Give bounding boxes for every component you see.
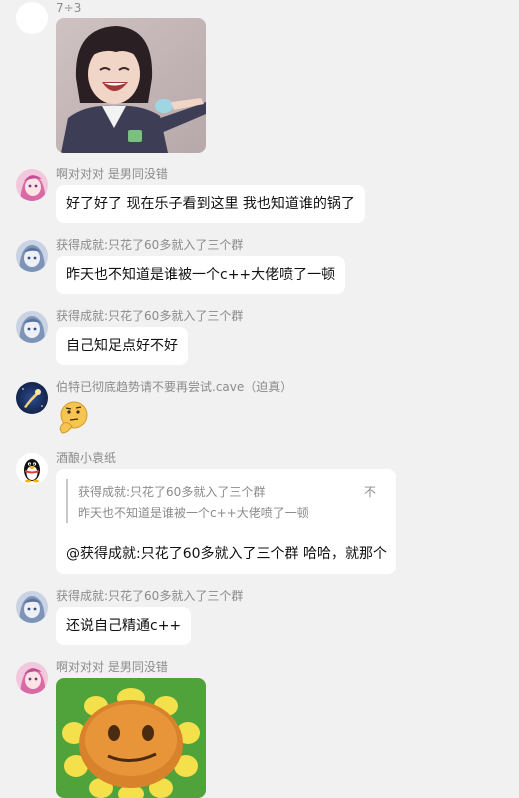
blue-anime-avatar bbox=[16, 311, 48, 343]
sender-name[interactable]: 啊对对对 是男同没错 bbox=[56, 167, 168, 181]
sender-name[interactable]: 7÷3 bbox=[56, 1, 81, 15]
pink-anime-girl-avatar bbox=[16, 169, 48, 201]
message-bubble[interactable]: 昨天也不知道是谁被一个c++大佬喷了一顿 bbox=[56, 256, 346, 294]
pink-anime-girl-avatar bbox=[16, 662, 48, 694]
blue-anime-avatar bbox=[16, 240, 48, 272]
message-bubble[interactable]: 还说自己精通c++ bbox=[56, 607, 192, 645]
avatar[interactable] bbox=[16, 169, 48, 201]
quote-tail: 不 bbox=[364, 485, 377, 499]
thinking-emoji-sticker bbox=[59, 401, 88, 434]
sender-name[interactable]: 获得成就:只花了60多就入了三个群 bbox=[56, 589, 243, 603]
sender-name[interactable]: 伯特已彻底趋势请不要再尝试.cave（迫真） bbox=[56, 380, 292, 394]
avatar[interactable] bbox=[16, 382, 48, 414]
quote-sender: 获得成就:只花了60多就入了三个群 bbox=[78, 485, 266, 499]
quote-block[interactable]: 获得成就:只花了60多就入了三个群 不 昨天也不知道是谁被一个c++大佬喷了一顿 bbox=[66, 479, 388, 523]
message-bubble[interactable]: 自己知足点好不好 bbox=[56, 327, 188, 365]
blue-anime-avatar bbox=[16, 591, 48, 623]
reply-text: @获得成就:只花了60多就入了三个群 哈哈，就那个 bbox=[66, 546, 387, 562]
avatar[interactable] bbox=[16, 453, 48, 485]
laughing-girl-pointing-photo bbox=[56, 18, 206, 153]
avatar[interactable] bbox=[16, 2, 48, 34]
avatar[interactable] bbox=[16, 591, 48, 623]
avatar[interactable] bbox=[16, 662, 48, 694]
reply-bubble[interactable]: 获得成就:只花了60多就入了三个群 不 昨天也不知道是谁被一个c++大佬喷了一顿… bbox=[56, 469, 396, 574]
message-bubble[interactable]: 好了好了 现在乐子看到这里 我也知道谁的锅了 bbox=[56, 185, 365, 223]
sticker-message[interactable] bbox=[56, 399, 90, 437]
sunflower-face-sticker bbox=[56, 678, 206, 798]
comet-night-sky-avatar bbox=[16, 382, 48, 414]
sender-name[interactable]: 酒酿小袁纸 bbox=[56, 451, 116, 465]
sender-name[interactable]: 啊对对对 是男同没错 bbox=[56, 660, 168, 674]
photo-message[interactable] bbox=[56, 678, 206, 798]
quote-text: 昨天也不知道是谁被一个c++大佬喷了一顿 bbox=[78, 506, 309, 520]
sender-name[interactable]: 获得成就:只花了60多就入了三个群 bbox=[56, 238, 243, 252]
sender-name[interactable]: 获得成就:只花了60多就入了三个群 bbox=[56, 309, 243, 323]
avatar[interactable] bbox=[16, 311, 48, 343]
photo-message[interactable] bbox=[56, 18, 206, 153]
qq-penguin-avatar bbox=[16, 453, 48, 485]
avatar[interactable] bbox=[16, 240, 48, 272]
